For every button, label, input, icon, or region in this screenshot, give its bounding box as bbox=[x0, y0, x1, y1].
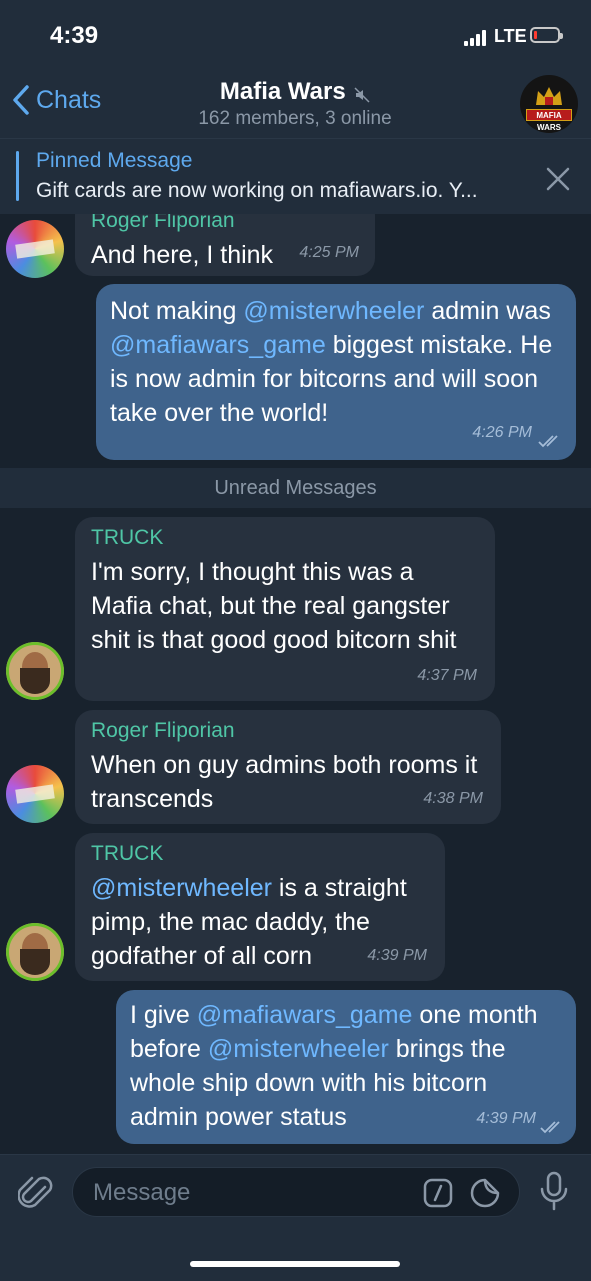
unread-divider: Unread Messages bbox=[0, 468, 591, 508]
chat-title: Mafia Wars bbox=[219, 78, 346, 105]
group-avatar-text: MAFIA WARS bbox=[526, 109, 572, 132]
message-input[interactable] bbox=[91, 1176, 395, 1210]
message-bubble[interactable]: Roger Fliporian When on guy admins both … bbox=[75, 710, 501, 824]
sender-name: Roger Fliporian bbox=[91, 719, 235, 742]
message-composer bbox=[0, 1154, 591, 1281]
mute-icon bbox=[354, 87, 370, 103]
message-time: 4:25 PM bbox=[299, 244, 359, 261]
status-time: 4:39 bbox=[50, 22, 99, 49]
avatar-roger-fliporian[interactable] bbox=[6, 765, 64, 823]
mention-link[interactable]: @misterwheeler bbox=[91, 874, 272, 902]
text-part: I give bbox=[130, 1001, 197, 1029]
message-text: I'm sorry, I thought this was a Mafia ch… bbox=[91, 558, 457, 654]
back-button[interactable]: Chats bbox=[12, 84, 101, 116]
message-bubble[interactable]: TRUCK I'm sorry, I thought this was a Ma… bbox=[75, 517, 495, 701]
pinned-text: Gift cards are now working on mafiawars.… bbox=[36, 179, 478, 202]
network-label: LTE bbox=[494, 26, 527, 46]
sender-name: Roger Fliporian bbox=[91, 214, 235, 232]
avatar-truck[interactable] bbox=[6, 923, 64, 981]
sender-name: TRUCK bbox=[91, 842, 164, 865]
sticker-icon[interactable] bbox=[469, 1177, 501, 1209]
message-bubble[interactable]: Roger Fliporian And here, I think 4:25 P… bbox=[75, 214, 375, 276]
bot-command-icon[interactable] bbox=[423, 1178, 453, 1208]
message-input-box[interactable] bbox=[72, 1167, 520, 1217]
back-label: Chats bbox=[36, 85, 102, 114]
mention-link[interactable]: @mafiawars_game bbox=[110, 331, 326, 359]
message-time: 4:38 PM bbox=[423, 790, 483, 807]
message-bubble[interactable]: TRUCK @misterwheeler is a straight pimp,… bbox=[75, 833, 445, 981]
chat-title-area[interactable]: Mafia Wars 162 members, 3 online bbox=[120, 78, 470, 130]
mention-link[interactable]: @misterwheeler bbox=[208, 1035, 389, 1063]
sender-name: TRUCK bbox=[91, 526, 164, 549]
pinned-message-bar[interactable]: Pinned Message Gift cards are now workin… bbox=[0, 139, 591, 214]
signal-icon bbox=[464, 30, 490, 46]
message-bubble-outgoing[interactable]: Not making @misterwheeler admin was @maf… bbox=[96, 284, 576, 460]
mention-link[interactable]: @misterwheeler bbox=[243, 297, 424, 325]
microphone-icon[interactable] bbox=[538, 1171, 570, 1211]
message-time: 4:37 PM bbox=[417, 667, 477, 684]
message-time: 4:39 PM bbox=[476, 1110, 536, 1127]
pinned-accent-bar bbox=[16, 151, 19, 201]
home-indicator[interactable] bbox=[190, 1261, 400, 1267]
text-part: admin was bbox=[424, 297, 551, 325]
message-time: 4:26 PM bbox=[472, 424, 532, 441]
mention-link[interactable]: @mafiawars_game bbox=[197, 1001, 413, 1029]
read-checkmarks-icon bbox=[538, 435, 558, 448]
crown-logo-icon bbox=[536, 87, 562, 105]
battery-icon bbox=[530, 27, 563, 43]
attach-icon[interactable] bbox=[18, 1173, 54, 1213]
chat-header: Chats Mafia Wars 162 members, 3 online M… bbox=[0, 70, 591, 139]
text-part: Not making bbox=[110, 297, 244, 325]
pinned-title: Pinned Message bbox=[36, 149, 193, 172]
status-bar: 4:39 LTE bbox=[0, 0, 591, 70]
message-bubble-outgoing[interactable]: I give @mafiawars_game one month before … bbox=[116, 990, 576, 1144]
chevron-left-icon bbox=[13, 85, 29, 115]
message-text: Not making @misterwheeler admin was @maf… bbox=[110, 294, 560, 430]
message-list[interactable]: Roger Fliporian And here, I think 4:25 P… bbox=[0, 214, 591, 1154]
group-avatar[interactable]: MAFIA WARS bbox=[520, 75, 578, 133]
read-checkmarks-icon bbox=[540, 1121, 560, 1134]
message-time: 4:39 PM bbox=[367, 947, 427, 964]
member-count: 162 members, 3 online bbox=[198, 108, 392, 129]
close-icon[interactable] bbox=[545, 166, 571, 192]
avatar-truck[interactable] bbox=[6, 642, 64, 700]
avatar-roger-fliporian[interactable] bbox=[6, 220, 64, 278]
